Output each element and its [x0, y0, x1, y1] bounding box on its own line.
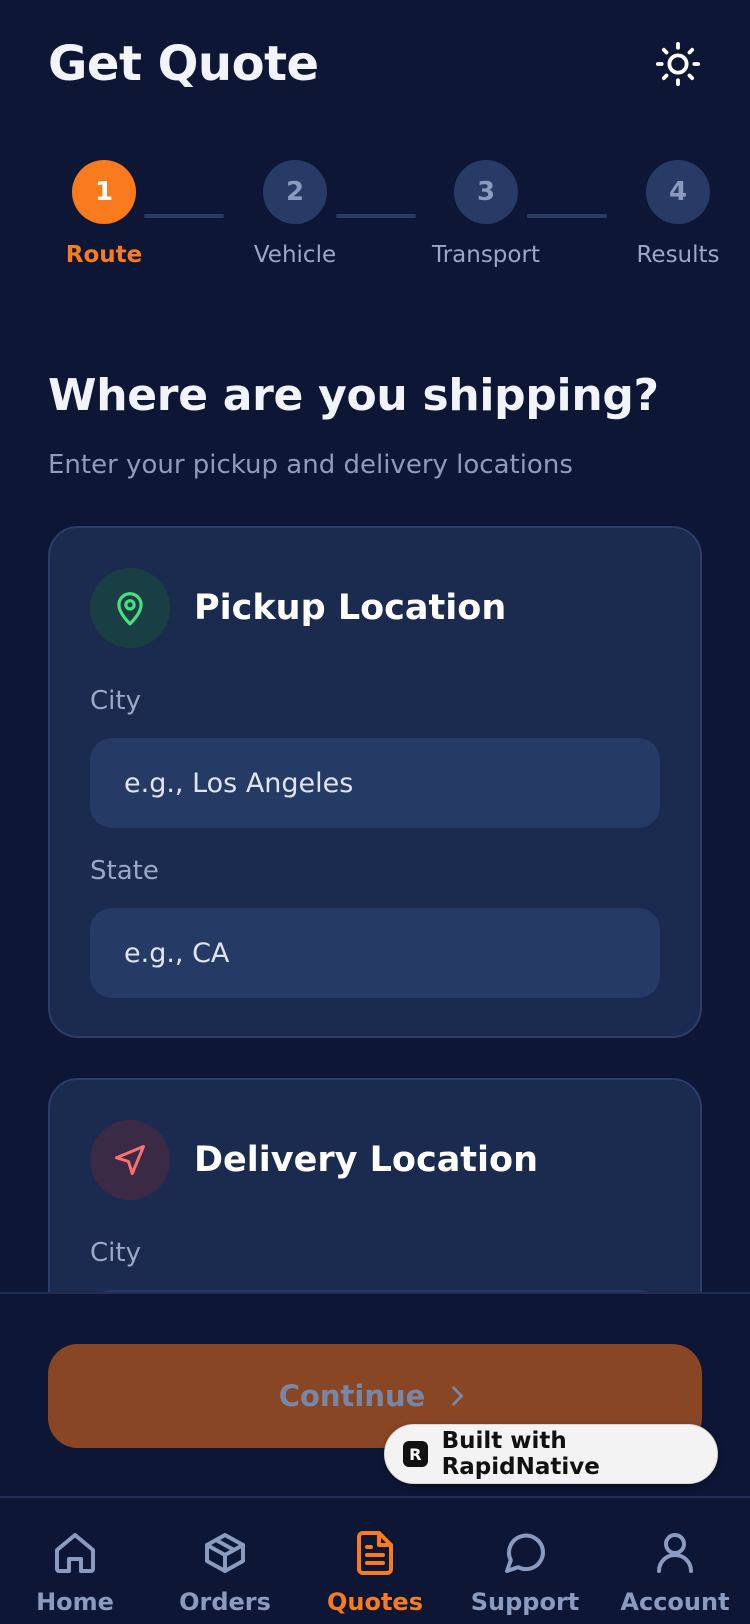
- pickup-location-card: Pickup Location City e.g., Los Angeles S…: [48, 526, 702, 1038]
- navigation-arrow-icon: [115, 1145, 145, 1175]
- delivery-icon-badge: [90, 1120, 170, 1200]
- chat-bubble-icon: [450, 1528, 600, 1578]
- map-pin-icon: [117, 592, 143, 626]
- tab-support[interactable]: Support: [450, 1528, 600, 1616]
- step-connector: [336, 214, 416, 218]
- card-title: Delivery Location: [194, 1140, 539, 1180]
- step-number: 1: [72, 160, 136, 224]
- step-label: Results: [636, 242, 720, 268]
- tab-label: Support: [470, 1588, 580, 1616]
- box-icon: [150, 1528, 300, 1578]
- section-subheading: Enter your pickup and delivery locations: [48, 450, 573, 480]
- city-label: City: [90, 1238, 141, 1268]
- progress-stepper: 1 Route 2 Vehicle 3 Transport 4 Results: [48, 160, 720, 270]
- chevron-right-icon: [443, 1382, 471, 1410]
- step-results[interactable]: 4 Results: [618, 160, 738, 268]
- tab-orders[interactable]: Orders: [150, 1528, 300, 1616]
- step-number: 3: [454, 160, 518, 224]
- pickup-city-input[interactable]: e.g., Los Angeles: [90, 738, 660, 828]
- step-number: 4: [646, 160, 710, 224]
- card-title: Pickup Location: [194, 588, 507, 628]
- step-number: 2: [263, 160, 327, 224]
- page-title: Get Quote: [48, 36, 319, 92]
- tab-label: Orders: [179, 1588, 271, 1616]
- tab-account[interactable]: Account: [600, 1528, 750, 1616]
- step-label: Vehicle: [253, 242, 337, 268]
- city-label: City: [90, 686, 141, 716]
- bottom-tab-bar: Home Orders Quotes Support Account: [0, 1496, 750, 1624]
- card-header: Pickup Location: [90, 568, 506, 648]
- pickup-icon-badge: [90, 568, 170, 648]
- section-heading: Where are you shipping?: [48, 370, 659, 421]
- step-label: Route: [65, 242, 143, 268]
- rapidnative-logo-icon: R: [403, 1441, 428, 1467]
- pickup-state-input[interactable]: e.g., CA: [90, 908, 660, 998]
- home-icon: [0, 1528, 150, 1578]
- built-with-badge[interactable]: R Built with RapidNative: [384, 1424, 718, 1484]
- step-connector: [144, 214, 224, 218]
- user-icon: [600, 1528, 750, 1578]
- badge-label: Built with RapidNative: [441, 1428, 600, 1480]
- tab-label: Account: [620, 1588, 730, 1616]
- header: Get Quote: [48, 34, 702, 94]
- sun-icon: [655, 41, 701, 87]
- tab-quotes[interactable]: Quotes: [300, 1528, 450, 1616]
- card-header: Delivery Location: [90, 1120, 538, 1200]
- tab-label: Quotes: [326, 1588, 423, 1616]
- document-icon: [300, 1528, 450, 1578]
- step-connector: [527, 214, 607, 218]
- theme-toggle-button[interactable]: [654, 40, 702, 88]
- continue-label: Continue: [278, 1379, 426, 1413]
- tab-label: Home: [36, 1588, 114, 1616]
- step-label: Transport: [432, 242, 540, 268]
- state-label: State: [90, 856, 159, 886]
- tab-home[interactable]: Home: [0, 1528, 150, 1616]
